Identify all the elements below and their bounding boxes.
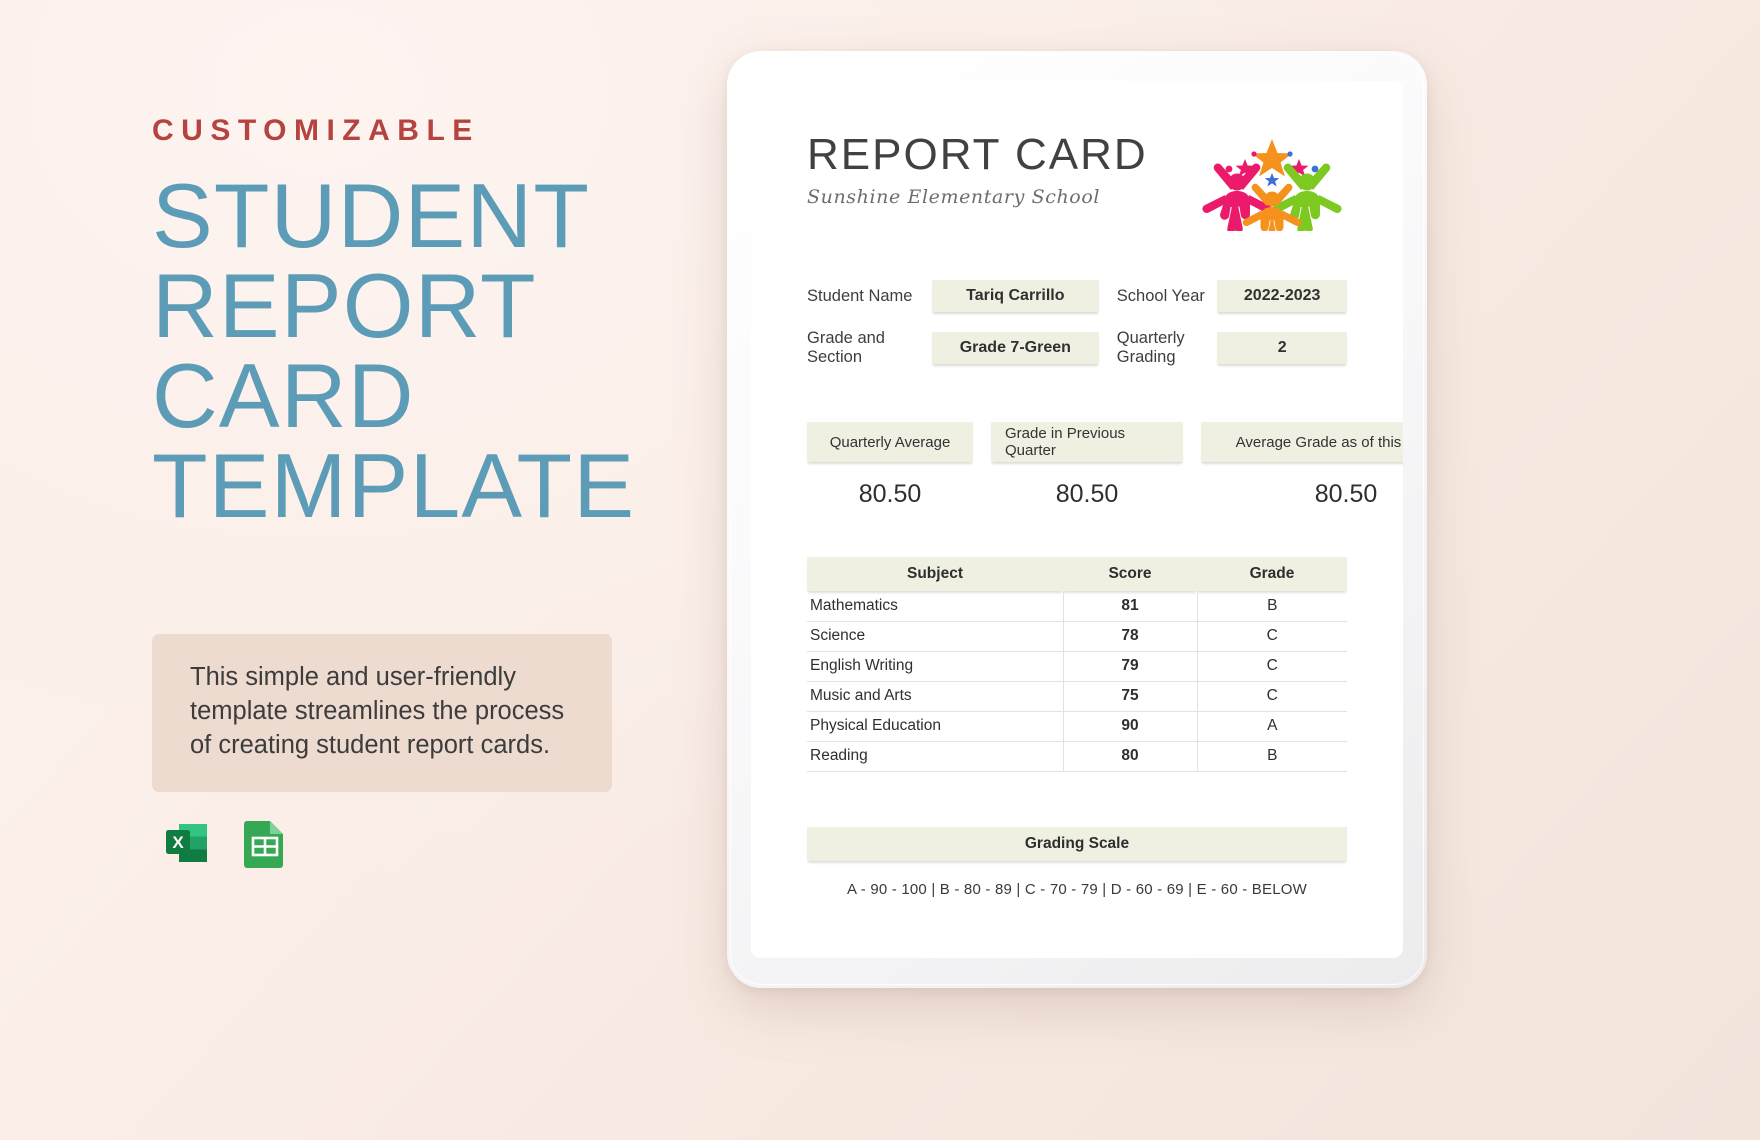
- info-row: Student Name Tariq Carrillo School Year …: [807, 280, 1347, 312]
- subject-name: English Writing: [807, 651, 1063, 682]
- subject-grade: C: [1197, 621, 1347, 652]
- school-year-label: School Year: [1116, 286, 1205, 305]
- quarterly-grading-label: Quarterly Grading: [1116, 329, 1185, 366]
- column-header-grade: Grade: [1197, 557, 1347, 591]
- subject-score: 81: [1062, 591, 1198, 622]
- subject-score: 79: [1062, 651, 1198, 682]
- quarterly-average-block: Quarterly Average 80.50: [807, 422, 973, 509]
- previous-quarter-grade-label: Grade in Previous Quarter: [991, 422, 1183, 462]
- subject-score: 78: [1062, 621, 1198, 652]
- subject-grade: B: [1197, 741, 1347, 772]
- promo-title-line-4: TEMPLATE: [152, 436, 636, 538]
- promo-panel: CUSTOMIZABLE STUDENT REPORT CARD TEMPLAT…: [152, 114, 712, 868]
- subject-score: 90: [1062, 711, 1198, 742]
- promo-title: STUDENT REPORT CARD TEMPLATE: [152, 166, 712, 538]
- table-row: Physical Education 90 A: [807, 711, 1347, 742]
- table-row: English Writing 79 C: [807, 651, 1347, 682]
- svg-text:X: X: [172, 833, 184, 852]
- report-header: REPORT CARD Sunshine Elementary School: [807, 130, 1347, 239]
- promo-kicker: CUSTOMIZABLE: [152, 114, 480, 147]
- subject-grade: B: [1197, 591, 1347, 622]
- tablet-screen: REPORT CARD Sunshine Elementary School S…: [751, 81, 1403, 958]
- student-name-label: Student Name: [807, 286, 913, 305]
- table-row: Mathematics 81 B: [807, 591, 1347, 622]
- average-grade-this-quarter-value: 80.50: [1314, 480, 1378, 508]
- subjects-table-body: Mathematics 81 B Science 78 C English Wr…: [807, 591, 1347, 772]
- grading-scale-heading: Grading Scale: [807, 827, 1347, 861]
- quarterly-average-label: Quarterly Average: [807, 422, 973, 462]
- column-header-subject: Subject: [807, 557, 1063, 591]
- school-logo-icon: [1197, 129, 1347, 239]
- average-grade-this-quarter-label: Average Grade as of this Quarter: [1201, 422, 1403, 462]
- promo-title-line-3: CARD: [152, 346, 415, 448]
- subjects-table: Subject Score Grade Mathematics 81 B Sci…: [807, 557, 1347, 772]
- quarterly-average-value: 80.50: [858, 480, 922, 508]
- previous-quarter-grade-block: Grade in Previous Quarter 80.50: [991, 422, 1183, 509]
- tablet-device: REPORT CARD Sunshine Elementary School S…: [727, 51, 1427, 988]
- file-format-icons: X: [160, 816, 289, 875]
- previous-quarter-grade-value: 80.50: [1055, 480, 1119, 508]
- subject-grade: C: [1197, 651, 1347, 682]
- averages-section: Quarterly Average 80.50 Grade in Previou…: [807, 422, 1403, 509]
- google-sheets-file-icon[interactable]: [241, 816, 289, 875]
- grade-section-field[interactable]: Grade 7-Green: [931, 332, 1099, 364]
- promo-description-box: This simple and user-friendly template s…: [152, 634, 612, 792]
- student-name-field[interactable]: Tariq Carrillo: [931, 280, 1099, 312]
- grading-scale-section: Grading Scale A - 90 - 100 | B - 80 - 89…: [807, 827, 1347, 898]
- excel-file-icon[interactable]: X: [160, 816, 214, 875]
- subject-score: 75: [1062, 681, 1198, 712]
- subject-name: Reading: [807, 741, 1063, 772]
- subject-name: Physical Education: [807, 711, 1063, 742]
- info-row: Grade and Section Grade 7-Green Quarterl…: [807, 329, 1347, 367]
- subject-grade: C: [1197, 681, 1347, 712]
- subject-name: Science: [807, 621, 1063, 652]
- promo-title-line-2: REPORT: [152, 256, 537, 358]
- subject-name: Music and Arts: [807, 681, 1063, 712]
- average-grade-this-quarter-block: Average Grade as of this Quarter 80.50: [1201, 422, 1403, 509]
- promo-title-line-1: STUDENT: [152, 166, 591, 267]
- table-header-row: Subject Score Grade: [807, 557, 1347, 591]
- student-info-section: Student Name Tariq Carrillo School Year …: [807, 280, 1347, 367]
- school-name: Sunshine Elementary School: [807, 186, 1101, 208]
- report-title: REPORT CARD: [807, 130, 1148, 179]
- table-row: Reading 80 B: [807, 741, 1347, 772]
- school-year-field[interactable]: 2022-2023: [1217, 280, 1347, 312]
- column-header-score: Score: [1063, 557, 1197, 591]
- table-row: Science 78 C: [807, 621, 1347, 652]
- grading-scale-text: A - 90 - 100 | B - 80 - 89 | C - 70 - 79…: [847, 881, 1307, 898]
- subject-grade: A: [1197, 711, 1347, 742]
- subject-name: Mathematics: [807, 591, 1063, 622]
- grade-section-label: Grade and Section: [807, 329, 885, 366]
- quarterly-grading-field[interactable]: 2: [1217, 332, 1347, 364]
- promo-description-text: This simple and user-friendly template s…: [190, 663, 565, 759]
- table-row: Music and Arts 75 C: [807, 681, 1347, 712]
- subject-score: 80: [1062, 741, 1198, 772]
